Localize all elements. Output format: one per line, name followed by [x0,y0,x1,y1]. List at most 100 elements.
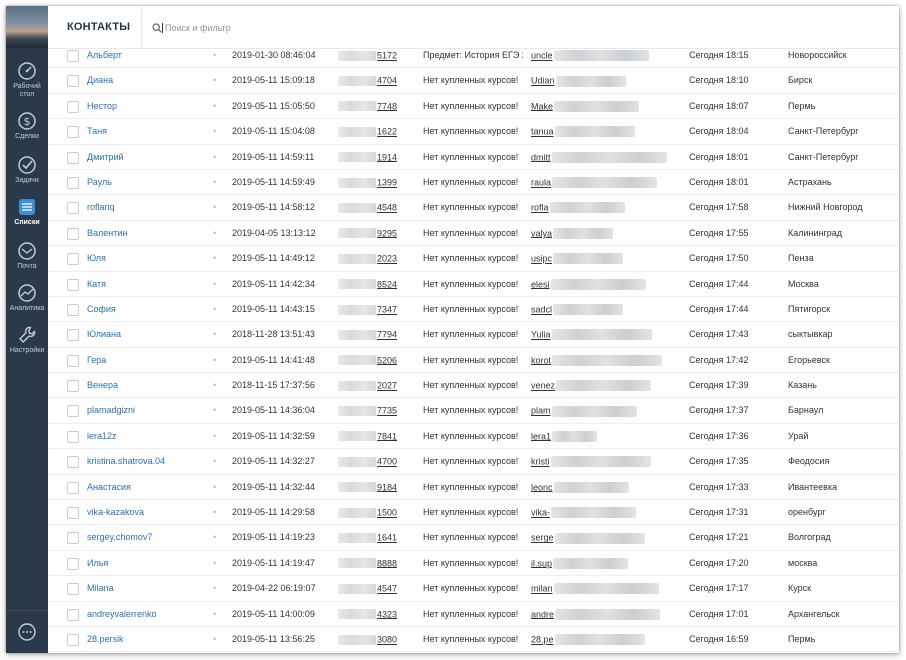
table-row[interactable]: Юля • 2019-05-11 14:49:12 2023 Нет купленных… [48,246,899,272]
table-row[interactable]: Диана • 2019-05-11 15:09:18 4704 Нет купленн… [48,68,899,94]
table-row[interactable]: Юлиана • 2018-11-28 13:51:43 7794 Нет куплен… [48,322,899,348]
row-checkbox[interactable] [67,380,79,393]
row-checkbox[interactable] [67,126,79,139]
email-cell[interactable]: il.sup [531,551,629,576]
email-cell[interactable]: 28.pe [531,627,645,652]
contact-name-link[interactable]: sergey.chomov7 [87,525,152,549]
email-cell[interactable]: Make [531,94,640,119]
contact-name-link[interactable]: plamadgizni [87,398,135,422]
search-bar[interactable] [152,21,345,35]
phone-cell[interactable]: 2027 [338,373,397,398]
email-cell[interactable]: rofla [531,195,625,220]
phone-cell[interactable]: 7748 [338,94,397,119]
email-cell[interactable]: leonc [531,475,629,500]
contact-name-link[interactable]: 28.persik [87,627,124,651]
email-cell[interactable]: korot [531,348,663,373]
row-checkbox[interactable] [67,100,79,113]
sidebar-item-settings[interactable]: Настройки [6,324,48,355]
table-row[interactable]: 28.persik • 2019-05-11 13:56:25 3080 Нет куп… [48,627,899,653]
table-row[interactable]: andreyvalerrenko • 2019-05-11 14:00:09 4323… [48,602,899,627]
contact-name-link[interactable]: София [87,297,116,321]
row-checkbox[interactable] [67,583,79,596]
table-row[interactable]: lera12z • 2019-05-11 14:32:59 7841 Нет купле… [48,424,899,450]
contact-name-link[interactable]: Диана [87,68,113,92]
email-cell[interactable]: milan [531,576,659,601]
row-checkbox[interactable] [67,557,79,570]
contact-name-link[interactable]: Катя [87,272,106,296]
contact-name-link[interactable]: Таня [87,119,107,143]
email-cell[interactable]: sadcl [531,297,624,322]
row-checkbox[interactable] [67,633,79,646]
email-cell[interactable]: dmitt [531,145,667,170]
contact-name-link[interactable]: Юлиана [87,322,121,346]
table-row[interactable]: Дмитрий • 2019-05-11 14:59:11 1914 Нет купле… [48,145,899,170]
phone-cell[interactable]: 1622 [338,119,397,144]
table-row[interactable]: София • 2019-05-11 14:43:15 7347 Нет купленн… [48,297,899,323]
row-checkbox[interactable] [67,430,79,443]
contact-name-link[interactable]: roflanq [87,195,115,219]
user-avatar[interactable] [6,6,48,48]
phone-cell[interactable]: 1914 [338,145,397,170]
email-cell[interactable]: lera1 [531,424,598,449]
sidebar-item-lists[interactable]: Списки [6,196,48,227]
table-row[interactable]: kotyatnenko • 2019-05-11 13:52:39 3245 Нет к… [48,652,899,653]
phone-cell[interactable]: 4323 [338,602,397,627]
contact-name-link[interactable]: Юля [87,246,106,270]
row-checkbox[interactable] [67,176,79,189]
row-checkbox[interactable] [67,75,79,88]
table-row[interactable]: Гера • 2019-05-11 14:41:48 5206 Нет купленны… [48,348,899,374]
row-checkbox[interactable] [67,227,79,240]
phone-cell[interactable]: 7841 [338,424,397,449]
row-checkbox[interactable] [67,456,79,469]
email-cell[interactable]: plam [531,398,637,423]
contact-name-link[interactable]: andreyvalerrenko [87,602,157,626]
row-checkbox[interactable] [67,329,79,342]
phone-cell[interactable]: 5172 [338,43,397,68]
contact-name-link[interactable]: Нестор [87,94,117,118]
email-cell[interactable]: uncle [531,43,649,68]
phone-cell[interactable]: 8888 [338,551,397,576]
email-cell[interactable]: serge [531,525,645,550]
email-cell[interactable]: vika- [531,500,637,525]
phone-cell[interactable]: 4700 [338,449,397,474]
contact-name-link[interactable]: Milana [87,576,114,600]
contact-name-link[interactable]: kotyatnenko [87,652,136,653]
row-checkbox[interactable] [67,405,79,418]
email-cell[interactable]: usipc [531,246,624,271]
table-row[interactable]: Венера • 2018-11-15 17:37:56 2027 Нет куплен… [48,373,899,399]
phone-cell[interactable]: 8524 [338,272,397,297]
table-row[interactable]: Валентин • 2019-04-05 13:13:12 9295 Нет купл… [48,221,899,247]
row-checkbox[interactable] [67,253,79,266]
table-row[interactable]: kristina.shatrova.04 • 2019-05-11 14:32:27… [48,449,899,475]
table-row[interactable]: Нестор • 2019-05-11 15:05:50 7748 Нет куплен… [48,94,899,120]
contact-name-link[interactable]: lera12z [87,424,117,448]
phone-cell[interactable]: 3080 [338,627,397,652]
sidebar-item-dashboard[interactable]: Рабочий стол [6,60,48,99]
table-row[interactable]: Рауль • 2019-05-11 14:59:49 1399 Нет купленн… [48,170,899,196]
phone-cell[interactable]: 1500 [338,500,397,525]
search-input[interactable] [162,23,345,33]
table-row[interactable]: Альберт • 2019-01-30 08:46:04 5172 Предмет: … [48,43,899,69]
table-row[interactable]: vika-kazakova • 2019-05-11 14:29:58 1500 Нет… [48,500,899,526]
contact-name-link[interactable]: Рауль [87,170,112,194]
table-row[interactable]: Анастасия • 2019-05-11 14:32:44 9184 Нет куп… [48,475,899,501]
phone-cell[interactable]: 1399 [338,170,397,195]
phone-cell[interactable]: 4547 [338,576,397,601]
row-checkbox[interactable] [67,354,79,367]
table-row[interactable]: Milana • 2019-04-22 06:19:07 4547 Нет куплен… [48,576,899,602]
row-checkbox[interactable] [67,532,79,545]
contact-name-link[interactable]: Венера [87,373,118,397]
contact-name-link[interactable]: Дмитрий [87,145,124,169]
table-row[interactable]: Катя • 2019-05-11 14:42:34 8524 Нет купленны… [48,272,899,297]
phone-cell[interactable]: 7735 [338,398,397,423]
email-cell[interactable]: Yulia [531,322,652,347]
table-row[interactable]: sergey.chomov7 • 2019-05-11 14:19:23 1641 Не… [48,525,899,551]
phone-cell[interactable]: 7794 [338,322,397,347]
email-cell[interactable]: venez [531,373,652,398]
sidebar-item-deals[interactable]: $ Сделки [6,110,48,141]
contact-name-link[interactable]: Анастасия [87,475,131,499]
row-checkbox[interactable] [67,608,79,621]
row-checkbox[interactable] [67,50,79,62]
chat-button[interactable] [6,610,48,653]
row-checkbox[interactable] [67,151,79,164]
